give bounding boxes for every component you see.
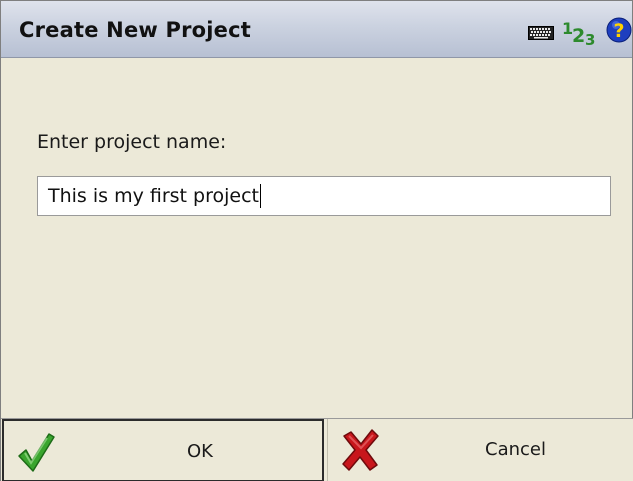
ok-button[interactable]: OK [2, 419, 324, 481]
create-project-dialog: Create New Project 1 2 3 ? Enter project… [0, 0, 633, 481]
project-name-label: Enter project name: [37, 131, 227, 153]
text-caret [260, 184, 261, 208]
cancel-x-icon [340, 428, 380, 472]
checkmark-icon [16, 430, 56, 474]
cancel-button[interactable]: Cancel [327, 419, 633, 481]
button-bar: OK Cancel [1, 418, 633, 481]
help-icon[interactable]: ? [606, 16, 632, 44]
svg-text:?: ? [613, 20, 624, 42]
project-name-input[interactable]: This is my first project [37, 176, 611, 216]
numeric-digit-3: 3 [585, 31, 596, 49]
cancel-button-label: Cancel [485, 439, 546, 460]
numeric-input-icon[interactable]: 1 2 3 [562, 17, 602, 49]
keyboard-icon[interactable] [528, 25, 554, 40]
project-name-value: This is my first project [48, 185, 259, 207]
dialog-title: Create New Project [19, 18, 252, 42]
ok-button-label: OK [187, 441, 213, 462]
title-bar: Create New Project 1 2 3 ? [1, 1, 632, 58]
numeric-digit-2: 2 [572, 25, 586, 47]
